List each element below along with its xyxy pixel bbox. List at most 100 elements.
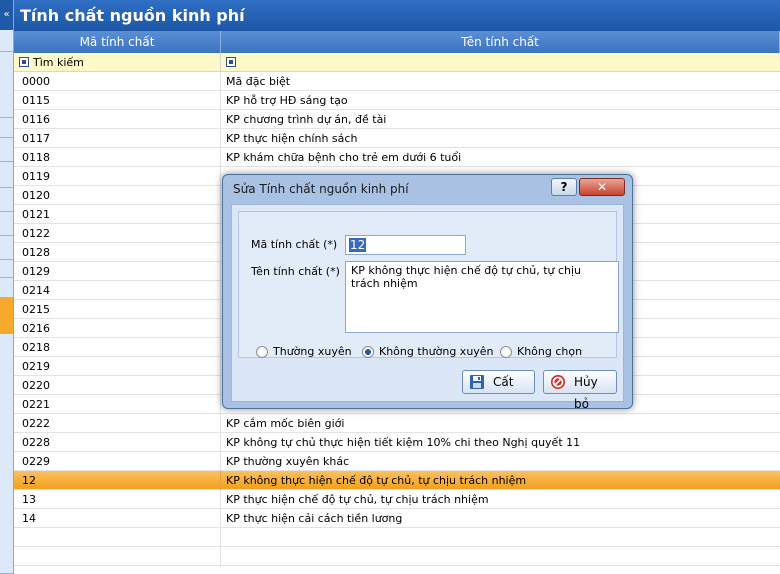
cell-code: 0000 (14, 72, 221, 91)
left-strip-segment[interactable] (0, 260, 13, 278)
left-strip-active-segment[interactable] (0, 298, 13, 334)
cell-code: 0218 (14, 338, 221, 357)
table-row[interactable]: 0116 KP chương trình dự án, đề tài (14, 110, 780, 129)
table-row[interactable]: 0222 KP cắm mốc biên giới (14, 414, 780, 433)
cell-code: 0118 (14, 148, 221, 167)
cell-code: 0214 (14, 281, 221, 300)
cell-name: KP thực hiện cải cách tiền lương (226, 512, 403, 525)
left-strip-segment[interactable] (0, 212, 13, 236)
cell-name (221, 547, 780, 566)
cell-code: 0222 (14, 414, 221, 433)
table-row[interactable]: 0115 KP hỗ trợ HĐ sáng tạo (14, 91, 780, 110)
cell-code: 0215 (14, 300, 221, 319)
cell-name: KP cắm mốc biên giới (226, 417, 345, 430)
cell-code: 0116 (14, 110, 221, 129)
code-input-value: 12 (349, 238, 367, 252)
cell-code: 14 (14, 509, 221, 528)
cancel-label: Hủy bỏ (574, 375, 598, 411)
left-strip-segment[interactable] (0, 52, 13, 118)
left-strip-dropdown[interactable] (0, 278, 13, 298)
cell-code: 0221 (14, 395, 221, 414)
dialog-body: Mã tính chất (*) 12 Tên tính chất (*) KP… (231, 204, 624, 411)
left-strip-segment[interactable] (0, 188, 13, 212)
code-label: Mã tính chất (*) (251, 238, 338, 251)
cell-code: 12 (14, 471, 221, 490)
cell-code (14, 528, 221, 547)
cell-name: KP không tự chủ thực hiện tiết kiệm 10% … (226, 436, 581, 449)
left-strip-segment[interactable] (0, 30, 13, 52)
table-row[interactable]: 13 KP thực hiện chế độ tự chủ, tự chịu tr… (14, 490, 780, 509)
table-row[interactable]: 14 KP thực hiện cải cách tiền lương (14, 509, 780, 528)
cell-name: Mã đặc biệt (226, 75, 291, 88)
radio-label: Không chọn (517, 345, 583, 358)
cell-code: 0120 (14, 186, 221, 205)
cancel-circle-icon (551, 375, 565, 389)
left-strip-segment (0, 334, 13, 574)
filter-icon[interactable] (19, 57, 29, 67)
cell-name: KP thực hiện chế độ tự chủ, tự chịu trác… (226, 493, 489, 506)
table-row[interactable]: 0228 KP không tự chủ thực hiện tiết kiệm … (14, 433, 780, 452)
filter-icon[interactable] (226, 57, 236, 67)
grid-header: Mã tính chất Tên tính chất (14, 31, 780, 53)
filter-label: Tìm kiếm (33, 56, 84, 69)
filter-cell-code[interactable]: Tìm kiếm (14, 53, 221, 72)
cell-code: 0228 (14, 433, 221, 452)
cell-code: 0117 (14, 129, 221, 148)
table-row[interactable] (14, 547, 780, 566)
edit-dialog: Sửa Tính chất nguồn kinh phí ? ✕ Mã tính… (222, 174, 633, 411)
floppy-disk-icon (470, 375, 484, 389)
radio-circle-icon[interactable] (256, 346, 268, 358)
filter-row: Tìm kiếm (14, 53, 780, 72)
cell-code: 0216 (14, 319, 221, 338)
cell-code: 0121 (14, 205, 221, 224)
table-row[interactable]: 0117 KP thực hiện chính sách (14, 129, 780, 148)
cell-code: 0229 (14, 452, 221, 471)
radio-circle-icon[interactable] (500, 346, 512, 358)
cancel-button[interactable]: Hủy bỏ (543, 370, 617, 411)
left-strip-segment[interactable] (0, 162, 13, 188)
table-row[interactable]: 0229 KP thường xuyên khác (14, 452, 780, 471)
cell-code: 0122 (14, 224, 221, 243)
cell-code: 0115 (14, 91, 221, 110)
cell-code: 0128 (14, 243, 221, 262)
table-row[interactable] (14, 528, 780, 547)
cell-code: 0119 (14, 167, 221, 186)
cell-name: KP hỗ trợ HĐ sáng tạo (226, 94, 348, 107)
cell-name: KP thực hiện chính sách (226, 132, 358, 145)
help-button[interactable]: ? (551, 178, 577, 196)
column-header-code[interactable]: Mã tính chất (14, 31, 221, 53)
table-row[interactable]: 0000 Mã đặc biệt (14, 72, 780, 91)
cell-code: 13 (14, 490, 221, 509)
left-navigation-strip: « (0, 0, 14, 574)
radio-label: Thường xuyên (273, 345, 352, 358)
radio-none[interactable]: Không chọn (500, 345, 582, 359)
cell-name: KP chương trình dự án, đề tài (226, 113, 387, 126)
collapse-panel-button[interactable]: « (0, 0, 13, 30)
cell-code: 0219 (14, 357, 221, 376)
radio-irregular[interactable]: Không thường xuyên (362, 345, 494, 359)
page-title: Tính chất nguồn kinh phí (14, 0, 780, 31)
radio-circle-icon[interactable] (362, 346, 374, 358)
left-strip-segment[interactable] (0, 118, 13, 138)
save-label: Cất (493, 375, 514, 389)
filter-cell-name[interactable] (221, 53, 780, 72)
close-button[interactable]: ✕ (579, 178, 625, 196)
column-header-name[interactable]: Tên tính chất (221, 31, 780, 53)
form-panel: Mã tính chất (*) 12 Tên tính chất (*) KP… (238, 211, 619, 359)
cell-name: KP khám chữa bệnh cho trẻ em dưới 6 tuổi (226, 151, 462, 164)
name-textarea[interactable]: KP không thực hiện chế độ tự chủ, tự chị… (345, 261, 619, 333)
left-strip-segment[interactable] (0, 138, 13, 162)
save-button[interactable]: Cất (462, 370, 535, 394)
code-input[interactable]: 12 (345, 235, 466, 255)
cell-code: 0129 (14, 262, 221, 281)
table-row[interactable]: 0118 KP khám chữa bệnh cho trẻ em dưới 6 … (14, 148, 780, 167)
table-row[interactable]: 12 KP không thực hiện chế độ tự chủ, tự c… (14, 471, 780, 490)
radio-regular[interactable]: Thường xuyên (256, 345, 352, 359)
name-label: Tên tính chất (*) (251, 265, 340, 278)
cell-name (221, 528, 780, 547)
cell-code (14, 547, 221, 566)
cell-name: KP không thực hiện chế độ tự chủ, tự chị… (226, 474, 527, 487)
cell-name: KP thường xuyên khác (226, 455, 350, 468)
radio-label: Không thường xuyên (379, 345, 494, 358)
left-strip-segment[interactable] (0, 236, 13, 260)
